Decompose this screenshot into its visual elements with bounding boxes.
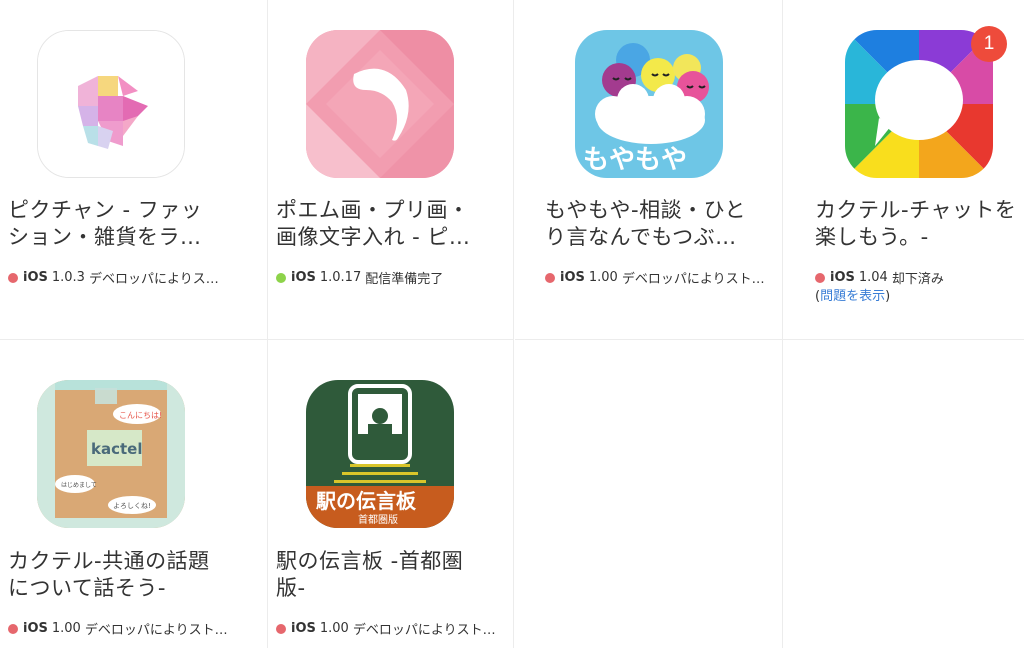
- moyamoya-cloud-icon: もやもや: [575, 30, 723, 178]
- status-dot: [276, 623, 286, 634]
- app-icon-wrap: 1: [845, 26, 1007, 178]
- app-card-poem[interactable]: ポエム画・プリ画・ 画像文字入れ - ピ… iOS 1.0.17 配信準備完了: [246, 0, 514, 340]
- empty-cell: [783, 340, 1024, 648]
- view-issues-link-wrap: (問題を表示): [815, 289, 891, 304]
- app-name: カクテル-チャットを 楽しもう。-: [815, 198, 1017, 249]
- app-status: iOS 1.00 デベロッパによりスト…: [545, 268, 765, 287]
- app-name: ピクチャン - ファッ ション・雑貨をラ…: [8, 198, 203, 249]
- status-dot: [8, 623, 18, 634]
- app-name: ポエム画・プリ画・ 画像文字入れ - ピ…: [276, 198, 471, 249]
- status-dot: [8, 272, 18, 283]
- app-icon-wrap: [37, 30, 185, 178]
- svg-text:首都圏版: 首都圏版: [358, 513, 398, 526]
- status-dot: [815, 272, 825, 283]
- app-grid: ピクチャン - ファッ ション・雑貨をラ… iOS 1.0.3 デベロッパによりス…: [0, 0, 1024, 648]
- app-status: iOS 1.0.17 配信準備完了: [276, 268, 443, 287]
- app-name: もやもや-相談・ひと り言なんでもつぶ…: [545, 198, 746, 249]
- app-status: iOS 1.0.3 デベロッパによりス…: [8, 268, 219, 287]
- svg-text:もやもや: もやもや: [583, 145, 687, 175]
- chat-bubble-icon: [845, 30, 993, 178]
- empty-cell: [515, 340, 783, 648]
- svg-text:kactel: kactel: [91, 440, 142, 458]
- app-card-kactel-topic[interactable]: kactel こんにちは! はじめまして よろしくね! カクテル-共通の話題 につ…: [0, 340, 268, 648]
- svg-text:はじめまして: はじめまして: [61, 482, 97, 489]
- app-icon-wrap: kactel こんにちは! はじめまして よろしくね!: [37, 380, 185, 528]
- view-issues-link[interactable]: 問題を表示: [820, 289, 885, 304]
- app-status: iOS 1.00 デベロッパによりスト…: [276, 619, 496, 638]
- app-card-eki-dengon[interactable]: 駅の伝言板 首都圏版 駅の伝言板 -首都圏 版- iOS 1.00 デベロッパによ…: [246, 340, 514, 648]
- svg-text:よろしくね!: よろしくね!: [113, 502, 151, 510]
- app-card-moyamoya[interactable]: もやもや もやもや-相談・ひと り言なんでもつぶ… iOS 1.00 デベロッパに…: [515, 0, 783, 340]
- notification-badge: 1: [971, 26, 1007, 62]
- app-status: iOS 1.00 デベロッパによりスト…: [8, 619, 228, 638]
- svg-text:こんにちは!: こんにちは!: [119, 411, 162, 420]
- feather-icon: [306, 30, 454, 178]
- app-icon-wrap: [306, 30, 454, 178]
- app-icon-wrap: 駅の伝言板 首都圏版: [306, 380, 454, 528]
- kactel-board-icon: kactel こんにちは! はじめまして よろしくね!: [37, 380, 185, 528]
- train-board-icon: 駅の伝言板 首都圏版: [306, 380, 454, 528]
- app-icon-wrap: もやもや: [575, 30, 723, 178]
- heart-mosaic-icon: [37, 30, 185, 178]
- app-name: 駅の伝言板 -首都圏 版-: [276, 549, 464, 600]
- svg-text:駅の伝言板: 駅の伝言板: [315, 489, 417, 513]
- app-card-pikuchan[interactable]: ピクチャン - ファッ ション・雑貨をラ… iOS 1.0.3 デベロッパによりス…: [0, 0, 268, 340]
- status-dot: [545, 272, 555, 283]
- status-dot: [276, 272, 286, 283]
- app-name: カクテル-共通の話題 について話そう-: [8, 549, 210, 600]
